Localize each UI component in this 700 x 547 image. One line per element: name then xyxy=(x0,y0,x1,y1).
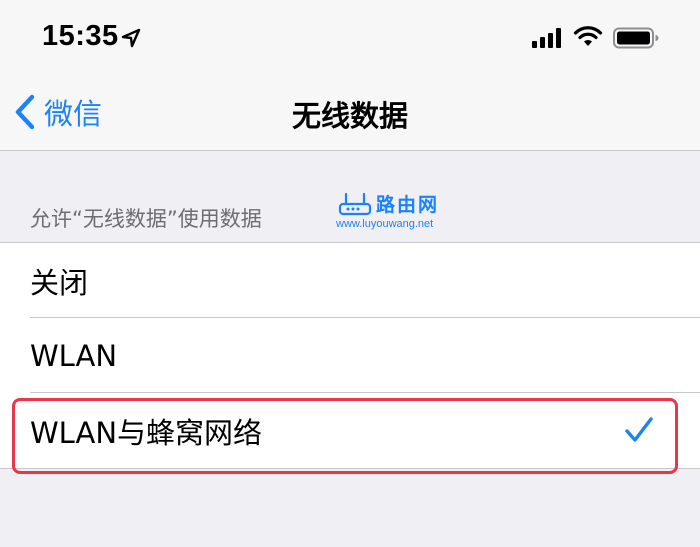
watermark-logo: 路由网 www.luyouwang.net xyxy=(336,190,446,236)
option-label: WLAN xyxy=(30,338,118,373)
checkmark-icon xyxy=(625,417,653,442)
option-label: 关闭 xyxy=(30,265,89,300)
options-list: 关闭 WLAN WLAN与蜂窝网络 xyxy=(0,242,700,469)
router-icon xyxy=(338,192,372,216)
status-time: 15:35 xyxy=(42,20,119,52)
location-arrow-icon xyxy=(121,28,141,48)
page-title: 无线数据 xyxy=(291,99,408,133)
wifi-icon xyxy=(573,26,603,46)
watermark-name: 路由网 xyxy=(376,194,440,216)
watermark-url: www.luyouwang.net xyxy=(336,218,434,230)
navigation-bar: 15:35 微信 无线数据 xyxy=(0,0,700,151)
battery-icon xyxy=(613,27,659,49)
option-wlan-and-cellular[interactable]: WLAN与蜂窝网络 xyxy=(0,393,700,468)
option-off[interactable]: 关闭 xyxy=(0,243,700,318)
screen: 15:35 微信 无线数据 允许“无线数据”使用数据 路由网 www.luyou… xyxy=(0,0,700,547)
option-label: WLAN与蜂窝网络 xyxy=(30,415,263,450)
cellular-signal-icon xyxy=(532,28,561,48)
section-header: 允许“无线数据”使用数据 xyxy=(30,207,262,231)
option-wlan[interactable]: WLAN xyxy=(0,318,700,393)
